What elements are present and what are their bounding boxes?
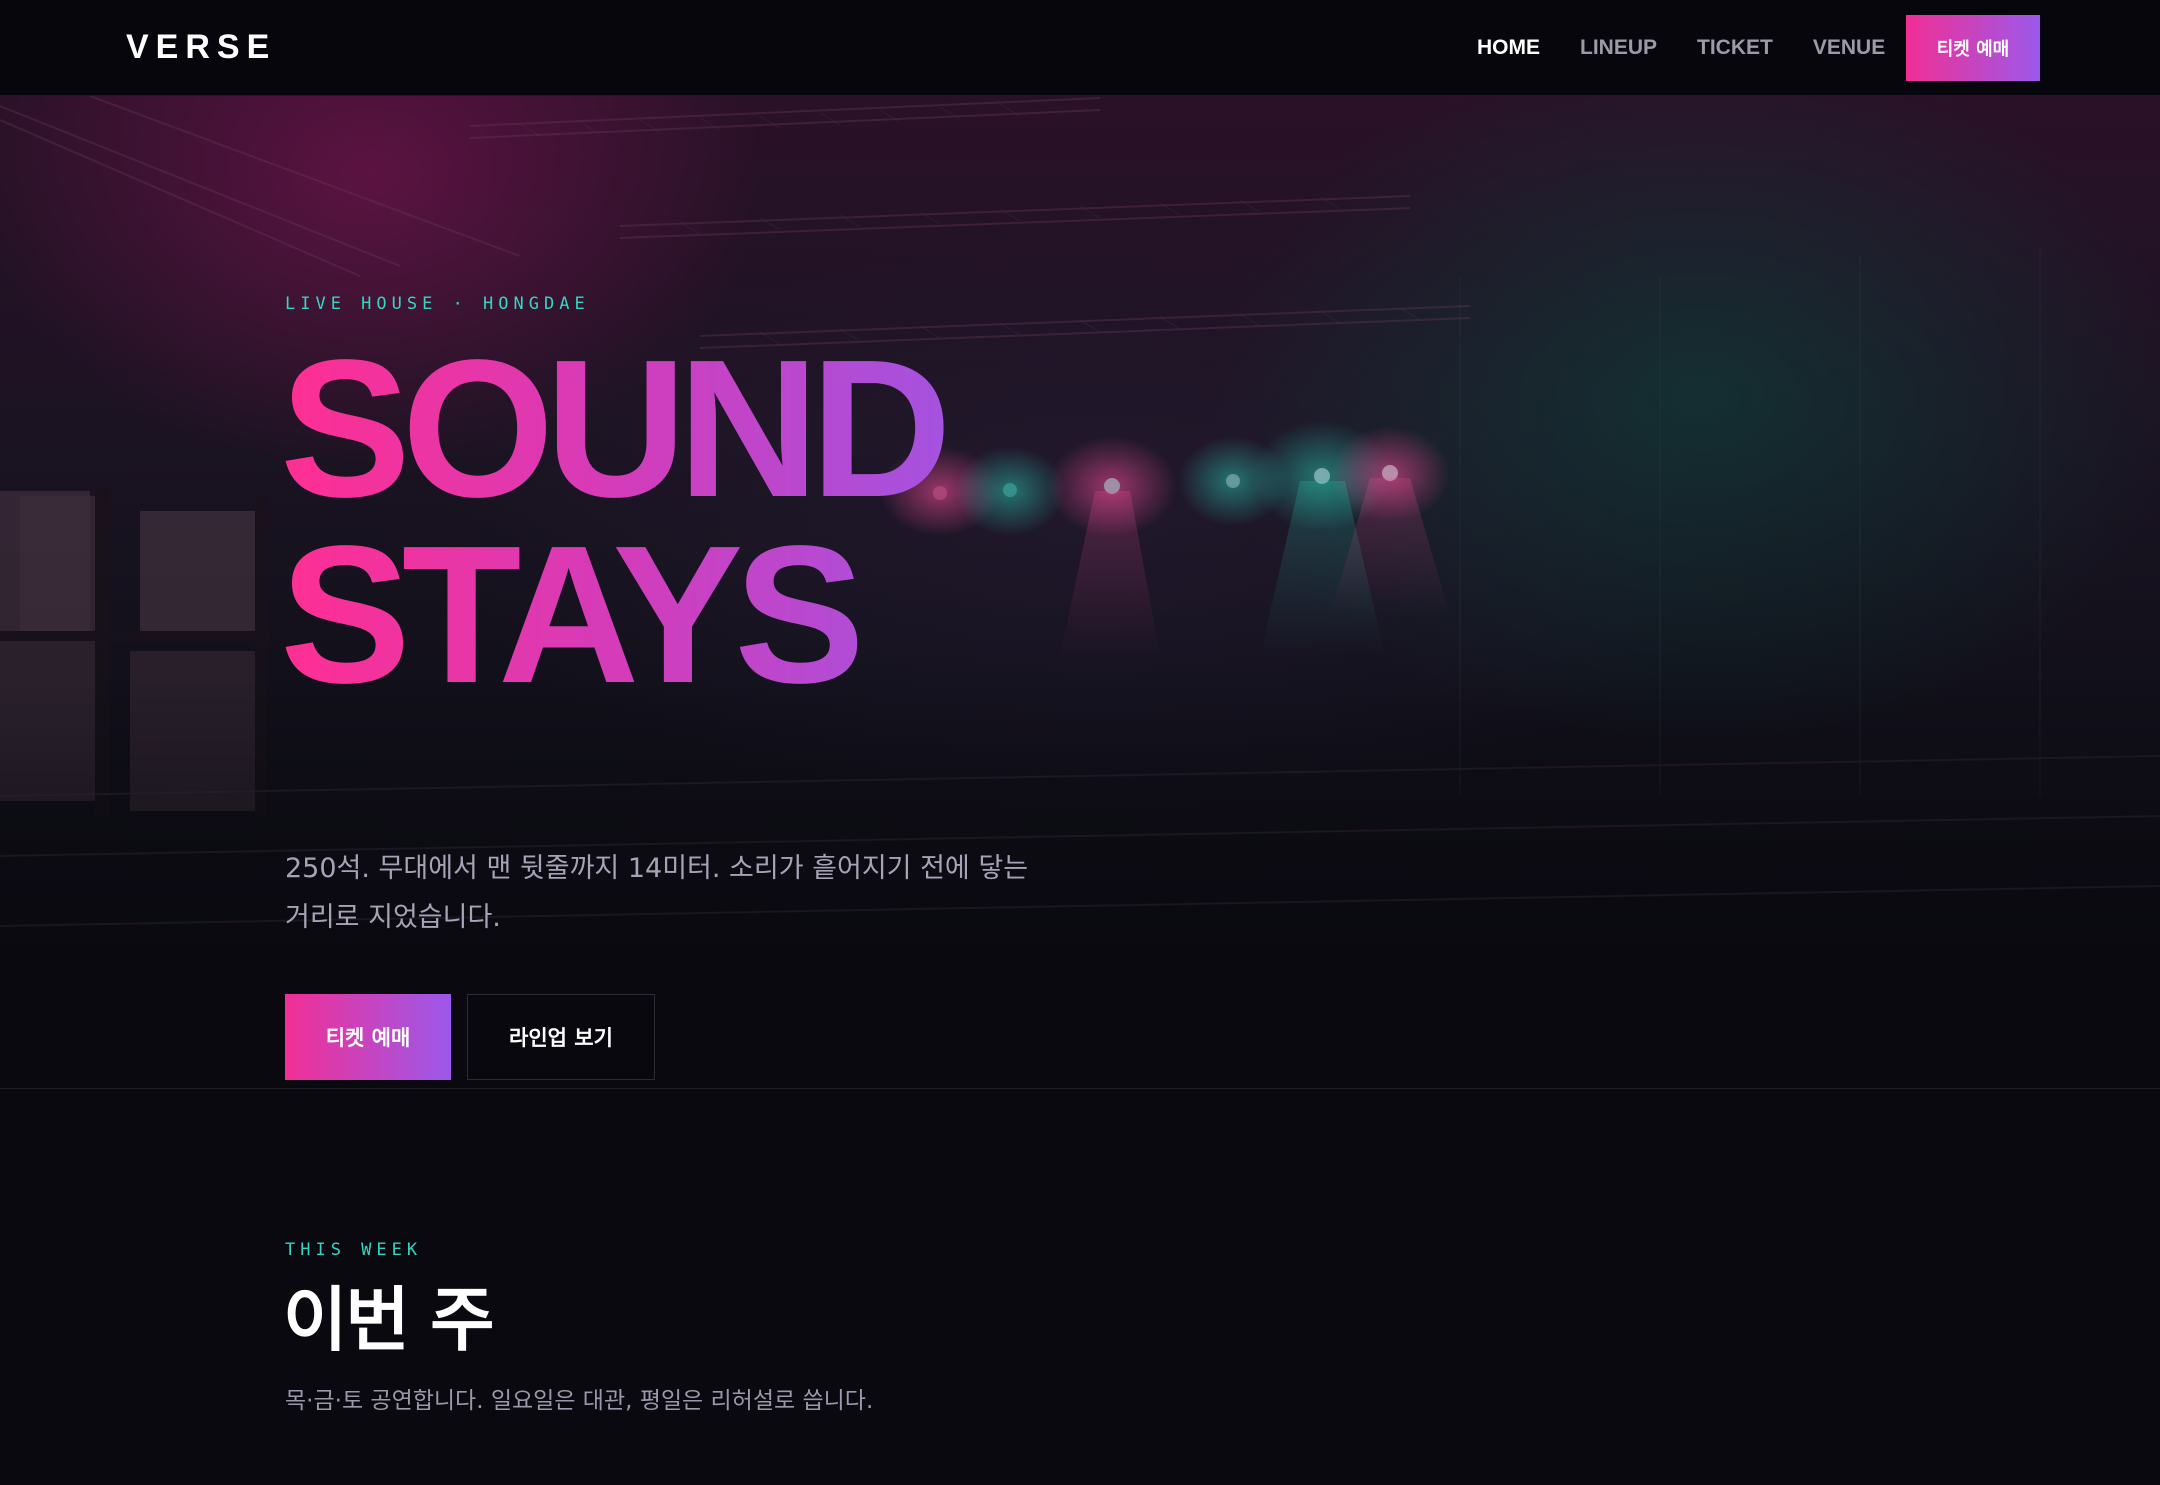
nav-link-ticket[interactable]: TICKET	[1697, 36, 1773, 60]
nav-ticket-button[interactable]: 티켓 예매	[1906, 15, 2040, 81]
headline-line-2: STAYS	[280, 505, 856, 724]
this-week-eyebrow: THIS WEEK	[285, 1240, 423, 1260]
headline-line-1: SOUND	[280, 319, 943, 538]
nav-link-home[interactable]: HOME	[1477, 36, 1540, 60]
nav-link-lineup[interactable]: LINEUP	[1580, 36, 1657, 60]
this-week-description: 목·금·토 공연합니다. 일요일은 대관, 평일은 리허설로 씁니다.	[285, 1388, 874, 1414]
hero-description: 250석. 무대에서 맨 뒷줄까지 14미터. 소리가 흩어지기 전에 닿는 거…	[285, 853, 1029, 933]
top-navigation: VERSE HOME LINEUP TICKET VENUE 티켓 예매	[0, 0, 2160, 96]
ticket-booking-button[interactable]: 티켓 예매	[285, 994, 451, 1080]
hero-eyebrow: LIVE HOUSE · HONGDAE	[285, 294, 590, 314]
nav-links: HOME LINEUP TICKET VENUE	[1477, 36, 1885, 60]
hero-section: LIVE HOUSE · HONGDAE SOUND STAYS 250석. 무…	[0, 96, 2160, 1089]
hero-headline: SOUND STAYS	[280, 336, 1000, 708]
site-logo[interactable]: VERSE	[126, 28, 276, 67]
nav-link-venue[interactable]: VENUE	[1813, 36, 1885, 60]
view-lineup-button[interactable]: 라인업 보기	[467, 994, 655, 1080]
this-week-title: 이번 주	[283, 1279, 495, 1361]
